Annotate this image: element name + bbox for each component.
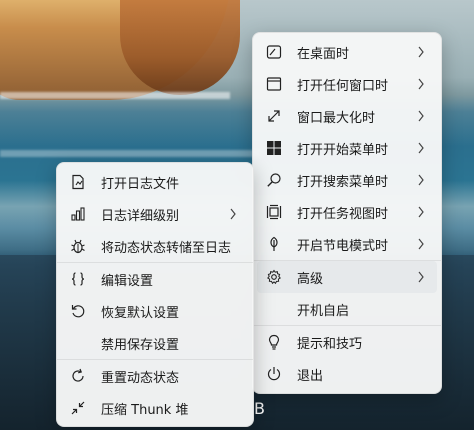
chevron-right-icon (417, 174, 425, 186)
windows-logo-icon (259, 140, 289, 156)
bug-icon (63, 238, 93, 254)
menu-item-disable-save[interactable]: 禁用保存设置 (61, 327, 249, 359)
chevron-right-icon (417, 78, 425, 90)
menu-item-label: 高级 (297, 271, 324, 287)
menu-item-label: 恢复默认设置 (101, 305, 180, 321)
chevron-right-icon (417, 238, 425, 250)
search-icon (259, 172, 289, 188)
menu-item-power-saver[interactable]: 开启节电模式时 (257, 228, 437, 260)
menu-item-label: 打开任何窗口时 (297, 78, 389, 94)
wallpaper-wave (0, 92, 230, 99)
chevron-right-icon (229, 208, 237, 220)
menu-item-tips[interactable]: 提示和技巧 (257, 326, 437, 358)
menu-item-label: 重置动态状态 (101, 370, 180, 386)
log-file-icon (63, 174, 93, 190)
menu-item-autostart[interactable]: 开机自启 (257, 293, 437, 325)
menu-item-label: 打开任务视图时 (297, 206, 389, 222)
menu-item-label: 禁用保存设置 (101, 337, 180, 353)
chevron-right-icon (417, 271, 425, 283)
menu-item-label: 提示和技巧 (297, 336, 363, 352)
menu-item-dump-state[interactable]: 将动态状态转储至日志 (61, 230, 249, 262)
tray-context-menu: 在桌面时 打开任何窗口时 窗口最大化时 打开开始菜单时 打开搜索菜单时 打开任务 (252, 32, 442, 394)
compress-icon (63, 400, 93, 416)
menu-item-any-window[interactable]: 打开任何窗口时 (257, 68, 437, 100)
menu-item-label: 压缩 Thunk 堆 (101, 402, 189, 418)
menu-item-label: 编辑设置 (101, 273, 154, 289)
menu-item-open-log[interactable]: 打开日志文件 (61, 166, 249, 198)
desktop-icon (259, 44, 289, 60)
chevron-right-icon (417, 206, 425, 218)
power-icon (259, 366, 289, 382)
menu-item-advanced[interactable]: 高级 (257, 261, 437, 293)
menu-item-task-view[interactable]: 打开任务视图时 (257, 196, 437, 228)
menu-item-label: 开机自启 (297, 303, 350, 319)
menu-item-on-desktop[interactable]: 在桌面时 (257, 36, 437, 68)
menu-item-compress-thunk[interactable]: 压缩 Thunk 堆 (61, 392, 249, 424)
lightbulb-icon (259, 334, 289, 350)
refresh-icon (63, 368, 93, 384)
chevron-right-icon (417, 46, 425, 58)
menu-item-search-menu[interactable]: 打开搜索菜单时 (257, 164, 437, 196)
leaf-icon (259, 236, 289, 252)
menu-item-label: 开启节电模式时 (297, 238, 389, 254)
maximize-icon (259, 108, 289, 124)
gear-icon (259, 269, 289, 285)
window-icon (259, 76, 289, 92)
menu-item-label: 退出 (297, 368, 324, 384)
taskbar-glyph: B (254, 399, 265, 418)
menu-item-restore-defaults[interactable]: 恢复默认设置 (61, 295, 249, 327)
menu-item-start-menu[interactable]: 打开开始菜单时 (257, 132, 437, 164)
menu-item-label: 窗口最大化时 (297, 110, 376, 126)
task-view-icon (259, 204, 289, 220)
braces-icon (63, 271, 93, 287)
menu-item-label: 打开日志文件 (101, 176, 180, 192)
advanced-submenu: 打开日志文件 日志详细级别 将动态状态转储至日志 编辑设置 恢复默认设置 禁用保… (56, 162, 254, 427)
undo-icon (63, 303, 93, 319)
menu-item-label: 在桌面时 (297, 46, 350, 62)
menu-item-label: 将动态状态转储至日志 (101, 240, 232, 256)
menu-item-reset-state[interactable]: 重置动态状态 (61, 360, 249, 392)
bar-chart-icon (63, 206, 93, 222)
chevron-right-icon (417, 142, 425, 154)
chevron-right-icon (417, 110, 425, 122)
menu-item-label: 打开开始菜单时 (297, 142, 389, 158)
menu-item-label: 日志详细级别 (101, 208, 180, 224)
menu-item-edit-settings[interactable]: 编辑设置 (61, 263, 249, 295)
menu-item-window-maximized[interactable]: 窗口最大化时 (257, 100, 437, 132)
menu-item-exit[interactable]: 退出 (257, 358, 437, 390)
wallpaper-wave (0, 150, 260, 157)
menu-item-label: 打开搜索菜单时 (297, 174, 389, 190)
menu-item-log-verbosity[interactable]: 日志详细级别 (61, 198, 249, 230)
